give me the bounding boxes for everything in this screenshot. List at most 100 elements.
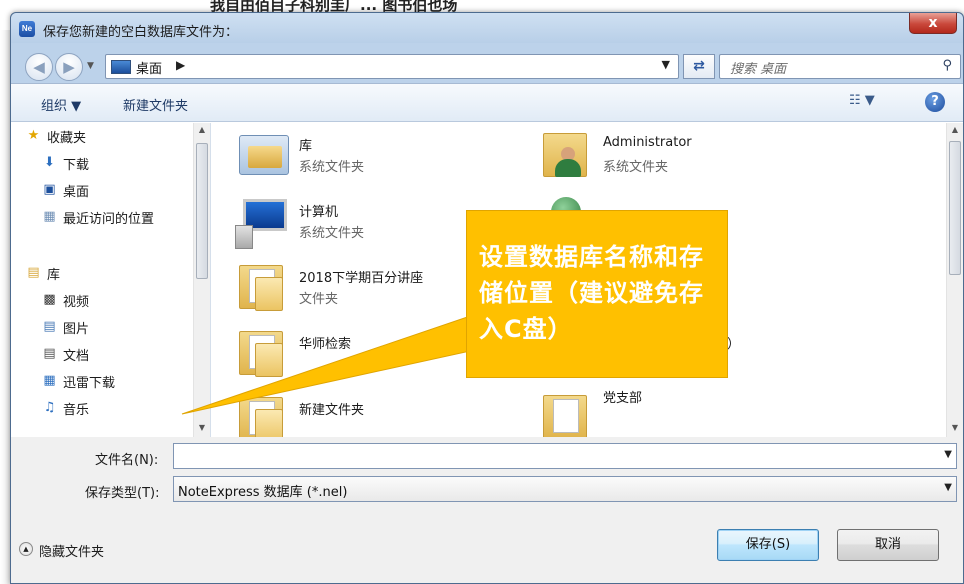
breadcrumb-chevron-icon[interactable]: ▶ (176, 58, 185, 72)
recent-pages-dropdown-icon[interactable]: ▼ (87, 61, 94, 71)
music-icon: ♫ (43, 400, 56, 415)
title-bar[interactable]: Ne 保存您新建的空白数据库文件为： x (11, 13, 963, 43)
filename-dropdown-icon[interactable]: ▼ (944, 449, 952, 460)
sidebar-item-libraries[interactable]: ▤ 库 (27, 264, 61, 283)
user-folder-icon (539, 129, 595, 179)
file-type: 系统文件夹 (299, 226, 365, 241)
dialog-title: 保存您新建的空白数据库文件为： (43, 25, 239, 40)
download-icon: ⬇ (44, 155, 55, 170)
folder-icon (235, 393, 291, 438)
address-bar[interactable]: 桌面 ▶ ▼ (105, 54, 679, 79)
annotation-callout: 设置数据库名称和存储位置（建议避免存入C盘） (466, 210, 728, 378)
recent-places-icon: ▦ (43, 209, 56, 224)
sidebar-item-music[interactable]: ♫ 音乐 (44, 399, 90, 418)
filetype-label: 保存类型(T): (85, 486, 160, 501)
scrollbar-thumb[interactable] (196, 143, 208, 279)
file-name: 2018下学期百分讲座 (299, 271, 424, 286)
cancel-button[interactable]: 取消 (837, 529, 939, 561)
file-name: 新建文件夹 (299, 403, 365, 418)
sidebar-item-downloads[interactable]: ⬇ 下载 (44, 154, 90, 173)
filename-label: 文件名(N): (95, 453, 159, 468)
filename-field[interactable]: ▼ (173, 443, 957, 469)
scrollbar-thumb[interactable] (949, 141, 961, 275)
new-folder-button[interactable]: 新建文件夹 (123, 95, 188, 114)
search-placeholder[interactable]: 搜索 桌面 (730, 58, 786, 77)
sidebar-item-videos[interactable]: ▩ 视频 (43, 291, 90, 310)
folder-icon (235, 327, 291, 377)
screen: 我自由佰目子科别圭厂... 图书伯也场 Ne 保存您新建的空白数据库文件为： x… (0, 0, 964, 584)
library-icon: ▤ (27, 265, 40, 280)
scroll-down-icon[interactable]: ▼ (947, 423, 963, 432)
sidebar-item-thunder-downloads[interactable]: ▦ 迅雷下载 (43, 372, 116, 391)
desktop-icon: ▣ (43, 182, 56, 197)
save-options-panel: 文件名(N): ▼ 保存类型(T): NoteExpress 数据库 (*.ne… (11, 437, 963, 583)
filetype-value[interactable]: NoteExpress 数据库 (*.nel) (178, 481, 347, 500)
file-name: 华师检索 (299, 337, 352, 352)
file-name: 计算机 (299, 205, 339, 220)
star-icon: ★ (27, 128, 40, 143)
sidebar-item-label: 收藏夹 (47, 131, 87, 146)
close-button[interactable]: x (909, 13, 957, 34)
sidebar-item-label: 下载 (63, 158, 90, 173)
list-item[interactable]: 党支部 (539, 381, 799, 438)
documents-icon: ▤ (43, 346, 56, 361)
scroll-down-icon[interactable]: ▼ (194, 423, 210, 432)
file-name: 库 (299, 139, 313, 154)
sidebar-item-pictures[interactable]: ▤ 图片 (43, 318, 90, 337)
noteexpress-app-icon: Ne (19, 21, 35, 37)
back-arrow-icon[interactable]: ◀ (25, 53, 53, 81)
address-dropdown-icon[interactable]: ▼ (662, 58, 670, 71)
address-location[interactable]: 桌面 (136, 58, 162, 77)
help-icon[interactable]: ? (925, 92, 945, 112)
file-type: 系统文件夹 (299, 160, 365, 175)
save-button[interactable]: 保存(S) (717, 529, 819, 561)
file-type: 系统文件夹 (603, 160, 669, 175)
sidebar-item-documents[interactable]: ▤ 文档 (43, 345, 90, 364)
sidebar-item-favorites[interactable]: ★ 收藏夹 (28, 127, 87, 146)
hide-folders-toggle[interactable]: ▲ 隐藏文件夹 (19, 541, 105, 560)
computer-icon (235, 195, 291, 249)
list-item[interactable]: 华师检索 (235, 327, 495, 381)
forward-arrow-icon[interactable]: ▶ (55, 53, 83, 81)
desktop-icon (111, 60, 131, 74)
organize-menu[interactable]: 组织 ▼ (41, 95, 81, 114)
sidebar-item-label: 图片 (63, 322, 90, 337)
library-icon (235, 129, 291, 179)
list-item[interactable]: 库 系统文件夹 (235, 129, 495, 183)
sidebar-item-label: 文档 (63, 349, 90, 364)
list-item[interactable]: 新建文件夹 (235, 393, 495, 438)
thunder-download-icon: ▦ (43, 373, 56, 388)
search-icon[interactable]: ⚲ (942, 58, 952, 73)
folder-icon (235, 261, 291, 311)
scroll-up-icon[interactable]: ▲ (947, 125, 963, 134)
sidebar-item-label: 库 (47, 268, 61, 283)
sidebar-item-label: 最近访问的位置 (63, 212, 155, 227)
sidebar-item-label: 桌面 (63, 185, 90, 200)
hide-folders-label: 隐藏文件夹 (39, 545, 105, 560)
sidebar-item-label: 视频 (63, 295, 90, 310)
list-item[interactable]: 计算机 系统文件夹 (235, 195, 495, 249)
pictures-icon: ▤ (43, 319, 56, 334)
filetype-dropdown-icon[interactable]: ▼ (944, 482, 952, 493)
folder-icon (539, 391, 595, 438)
list-item[interactable]: 2018下学期百分讲座 文件夹 (235, 261, 495, 315)
list-item[interactable]: Administrator 系统文件夹 (539, 129, 799, 183)
refresh-icon[interactable]: ⇄ (683, 54, 715, 79)
navigation-bar: ◀ ▶ ▼ 桌面 ▶ ▼ ⇄ 搜索 桌面 ⚲ (11, 43, 963, 83)
sidebar-item-desktop[interactable]: ▣ 桌面 (43, 181, 90, 200)
navigation-scrollbar[interactable]: ▲ ▼ (193, 123, 210, 438)
file-list-scrollbar[interactable]: ▲ ▼ (946, 123, 963, 438)
sidebar-item-label: 音乐 (63, 403, 90, 418)
video-icon: ▩ (43, 292, 56, 307)
command-bar: 组织 ▼ 新建文件夹 ☷ ▼ ? (11, 84, 963, 122)
file-name: 党支部 (603, 391, 643, 406)
search-box[interactable]: 搜索 桌面 ⚲ (719, 54, 961, 79)
sidebar-item-recent-places[interactable]: ▦ 最近访问的位置 (43, 208, 155, 227)
annotation-text: 设置数据库名称和存储位置（建议避免存入C盘） (479, 243, 704, 343)
view-options-icon[interactable]: ☷ ▼ (849, 93, 875, 108)
scroll-up-icon[interactable]: ▲ (194, 125, 210, 134)
filetype-select[interactable]: NoteExpress 数据库 (*.nel) ▼ (173, 476, 957, 502)
file-name: Administrator (603, 135, 692, 150)
chevron-up-icon: ▲ (19, 542, 33, 556)
sidebar-item-label: 迅雷下载 (63, 376, 116, 391)
